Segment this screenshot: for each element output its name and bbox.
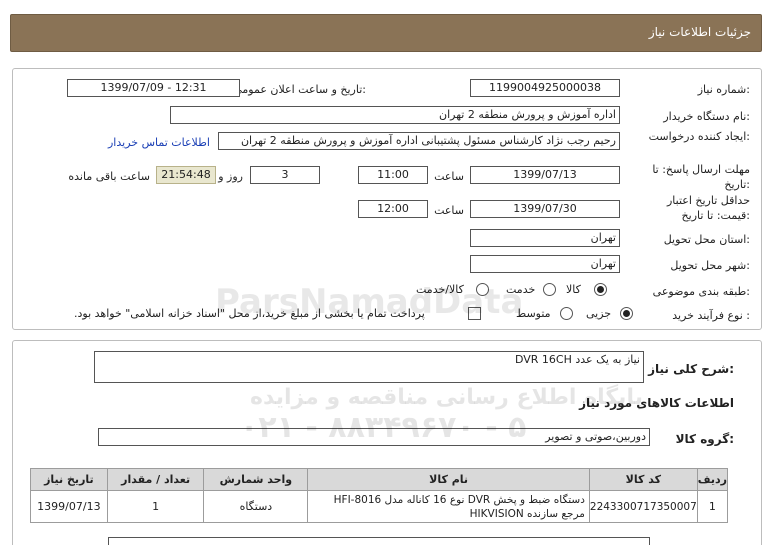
col-name: نام کالا: [307, 468, 590, 491]
treasury-payment-note: پرداخت تمام یا بخشی از مبلغ خرید،از محل …: [74, 307, 425, 320]
announce-date-label: تاریخ و ساعت اعلان عمومی:: [233, 83, 366, 96]
validity-date-field: 1399/07/30: [470, 200, 620, 218]
validity-time-label: ساعت: [434, 204, 464, 217]
cell-name: دستگاه ضبط و پخش DVR نوع 16 کاناله مدل H…: [307, 490, 590, 523]
col-unit: واحد شمارش: [203, 468, 309, 491]
category-goods-service-label: کالا/خدمت: [416, 283, 464, 296]
announce-date-field: 1399/07/09 - 12:31: [67, 79, 240, 97]
cell-code: 2243300717350007: [588, 490, 698, 523]
deadline-time-field: 11:00: [358, 166, 428, 184]
purchase-medium-label: متوسط: [516, 307, 551, 320]
page-header: جزئیات اطلاعات نیاز: [10, 14, 762, 52]
cell-qty: 1: [106, 490, 205, 523]
deadline-date-field: 1399/07/13: [470, 166, 620, 184]
remaining-days-field: 3: [250, 166, 320, 184]
col-qty: تعداد / مقدار: [106, 468, 205, 491]
purchase-type-label: نوع فرآیند خرید :: [672, 309, 750, 322]
goods-table-header: ردیف کد کالا نام کالا واحد شمارش تعداد /…: [30, 468, 729, 491]
category-goods-label: کالا: [566, 283, 581, 296]
goods-table: ردیف کد کالا نام کالا واحد شمارش تعداد /…: [30, 468, 729, 523]
purchase-medium-radio[interactable]: [560, 307, 573, 320]
creator-label: ایجاد کننده درخواست:: [648, 130, 750, 143]
need-number-field: 1199004925000038: [470, 79, 620, 97]
deadline-time-label: ساعت: [434, 170, 464, 183]
treasury-payment-checkbox[interactable]: [468, 307, 481, 320]
col-code: کد کالا: [588, 468, 698, 491]
goods-group-label: گروه کالا:: [675, 432, 734, 446]
validity-label: حداقل تاریخ اعتبار قیمت: تا تاریخ:: [666, 194, 750, 222]
province-label: استان محل تحویل:: [663, 233, 750, 246]
need-number-label: شماره نیاز:: [697, 83, 750, 96]
table-row: 1 2243300717350007 دستگاه ضبط و پخش DVR …: [30, 490, 729, 523]
buyer-label: نام دستگاه خریدار:: [663, 110, 750, 123]
summary-field: نیاز به یک عدد DVR 16CH: [94, 351, 644, 383]
cell-row: 1: [696, 490, 729, 523]
page-title: جزئیات اطلاعات نیاز: [648, 25, 751, 39]
cell-date: 1399/07/13: [30, 490, 108, 523]
cell-unit: دستگاه: [203, 490, 309, 523]
description-box: [108, 537, 650, 545]
category-label: طبقه بندی موضوعی:: [652, 285, 750, 298]
buyer-contact-link[interactable]: اطلاعات تماس خریدار: [108, 136, 210, 149]
city-field: تهران: [470, 255, 620, 273]
remaining-label: ساعت باقی مانده: [68, 170, 150, 183]
purchase-minor-radio[interactable]: [620, 307, 633, 320]
creator-field: رحیم رجب نژاد کارشناس مسئول پشتیبانی ادا…: [218, 132, 620, 150]
category-goods-radio[interactable]: [594, 283, 607, 296]
buyer-field: اداره آموزش و پرورش منطقه 2 تهران: [170, 106, 620, 124]
category-service-label: خدمت: [506, 283, 536, 296]
goods-group-field: دوربین،صوتی و تصویر: [98, 428, 650, 446]
category-service-radio[interactable]: [543, 283, 556, 296]
city-label: شهر محل تحویل:: [670, 259, 750, 272]
summary-label: شرح کلی نیاز:: [648, 362, 734, 376]
deadline-label: مهلت ارسال پاسخ: تا تاریخ:: [652, 163, 750, 191]
category-goods-service-radio[interactable]: [476, 283, 489, 296]
days-label: روز و: [218, 170, 243, 183]
goods-section-title: اطلاعات کالاهای مورد نیاز: [579, 396, 734, 410]
remaining-time-field: 21:54:48: [156, 166, 216, 184]
province-field: تهران: [470, 229, 620, 247]
col-date: تاریخ نیاز: [30, 468, 108, 491]
col-row: ردیف: [696, 468, 729, 491]
validity-time-field: 12:00: [358, 200, 428, 218]
purchase-minor-label: جزیی: [586, 307, 612, 320]
